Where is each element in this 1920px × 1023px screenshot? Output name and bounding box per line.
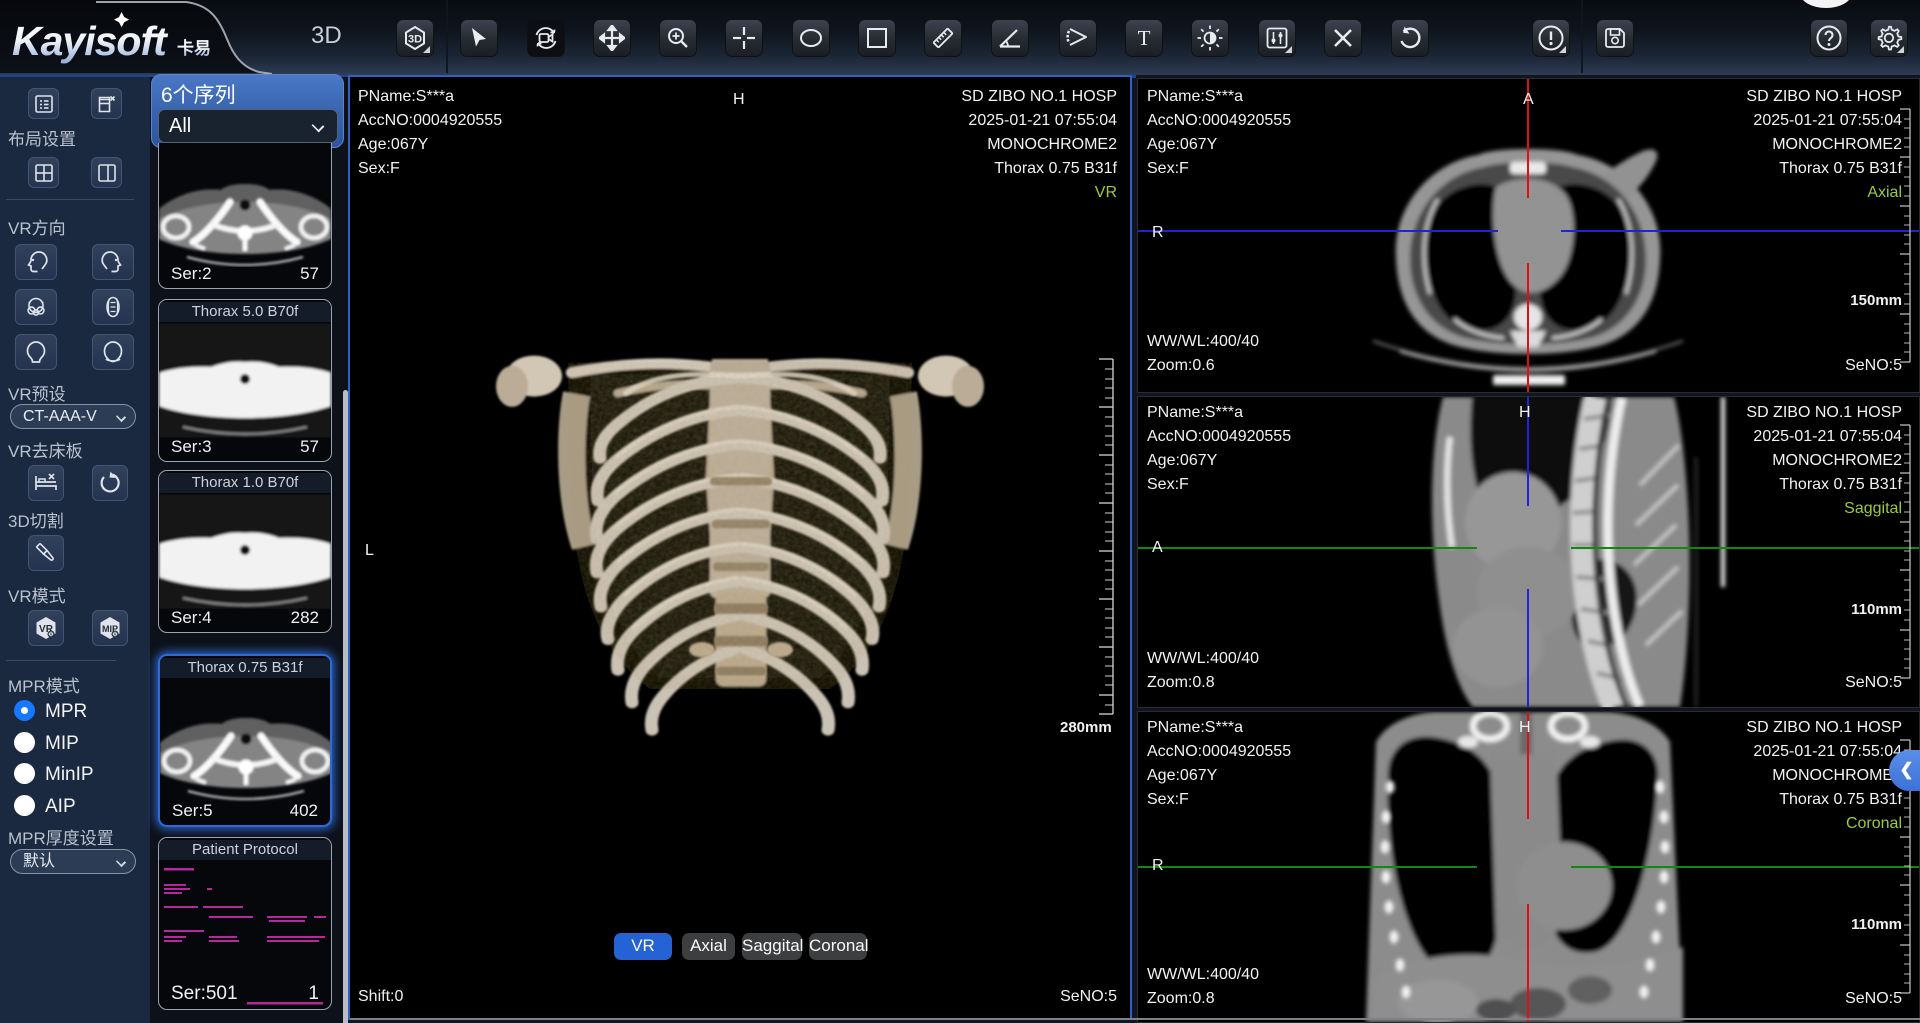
svg-text:3D: 3D bbox=[408, 34, 422, 46]
svg-text:®: ® bbox=[49, 631, 54, 639]
svg-text:®: ® bbox=[113, 631, 118, 639]
svg-text:T: T bbox=[1138, 26, 1151, 50]
svg-text:卡易: 卡易 bbox=[177, 38, 211, 58]
svg-text:Kayisoft: Kayisoft bbox=[12, 18, 169, 64]
